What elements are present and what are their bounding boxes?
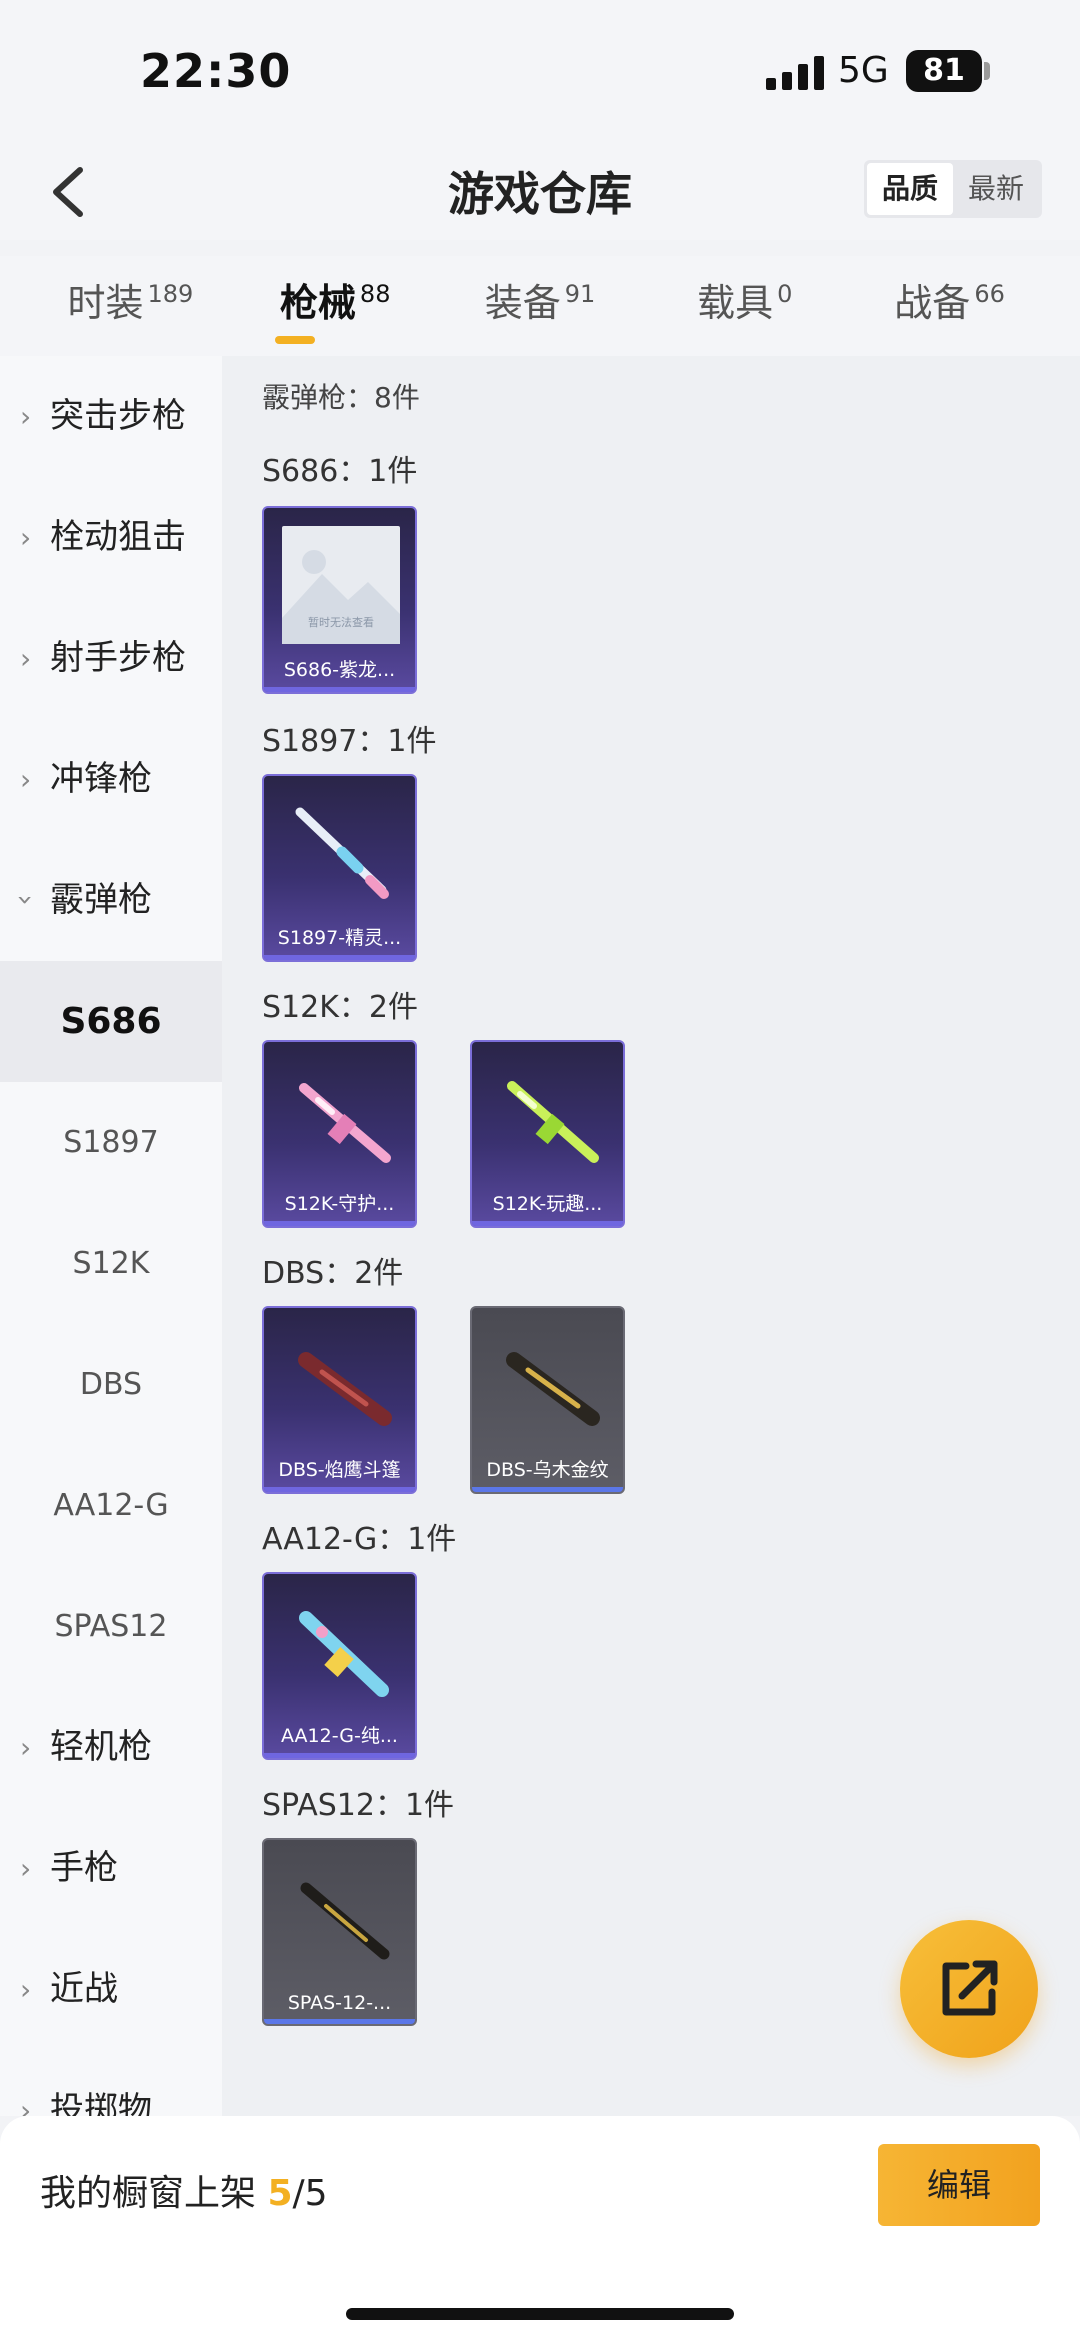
chevron-right-icon: ›: [20, 1852, 32, 1885]
showcase-count: 5: [267, 2173, 293, 2214]
weapon-name: DBS-焰鹰斗篷: [278, 1459, 401, 1481]
group-title-s686: S686：1件: [262, 454, 418, 489]
group-title-s1897: S1897：1件: [262, 724, 437, 759]
chevron-right-icon: ›: [20, 400, 32, 433]
showcase-panel: 我的橱窗上架 5/5 编辑: [0, 2116, 1080, 2341]
weapon-card[interactable]: S1897-精灵...: [262, 774, 417, 962]
weapon-name: S12K-玩趣...: [492, 1193, 603, 1215]
weapon-card[interactable]: 暂时无法查看 S686-紫龙...: [262, 506, 417, 694]
rarity-bar: [264, 687, 415, 692]
status-time: 22:30: [140, 44, 292, 98]
weapon-name: AA12-G-纯...: [281, 1725, 398, 1747]
rifle-icon: [299, 1083, 391, 1163]
image-unavailable-placeholder: 暂时无法查看: [282, 526, 400, 644]
sidebar-subitem-dbs[interactable]: DBS: [0, 1324, 222, 1445]
sidebar-item-pistol[interactable]: › 手枪: [0, 1808, 222, 1929]
share-button[interactable]: [900, 1920, 1038, 2058]
share-external-icon: [942, 1960, 998, 2016]
rarity-bar: [472, 1487, 623, 1492]
status-bar: 22:30 5G 81: [0, 0, 1080, 140]
chevron-right-icon: ›: [20, 642, 32, 675]
rarity-bar: [264, 955, 415, 960]
weapon-grid: 霰弹枪：8件 S686：1件 暂时无法查看 S686-紫龙... S1897：1…: [222, 356, 1080, 2116]
rarity-bar: [264, 1753, 415, 1758]
chevron-right-icon: ›: [20, 2094, 32, 2116]
showcase-status: 我的橱窗上架 5/5: [40, 2173, 328, 2214]
group-title-dbs: DBS：2件: [262, 1256, 404, 1291]
battery-icon: 81: [906, 50, 982, 92]
weapon-card[interactable]: S12K-守护...: [262, 1040, 417, 1228]
sidebar-subitem-aa12g[interactable]: AA12-G: [0, 1445, 222, 1566]
shotgun-icon: [295, 807, 389, 899]
sidebar-item-bolt-sniper[interactable]: › 栓动狙击: [0, 477, 222, 598]
weapon-card[interactable]: S12K-玩趣...: [470, 1040, 625, 1228]
chevron-right-icon: ›: [20, 1973, 32, 2006]
chevron-right-icon: ›: [20, 1731, 32, 1764]
sidebar-item-melee[interactable]: › 近战: [0, 1929, 222, 2050]
shotgun-icon: [298, 1352, 392, 1426]
cellular-signal-icon: [766, 56, 826, 90]
sidebar-subitem-s1897[interactable]: S1897: [0, 1082, 222, 1203]
home-indicator[interactable]: [346, 2308, 734, 2320]
sort-option-newest[interactable]: 最新: [953, 163, 1039, 215]
sidebar-item-marksman-rifle[interactable]: › 射手步枪: [0, 598, 222, 719]
chevron-right-icon: ›: [20, 521, 32, 554]
sidebar-item-smg[interactable]: › 冲锋枪: [0, 719, 222, 840]
chevron-down-icon: ›: [9, 894, 43, 906]
edit-button[interactable]: 编辑: [878, 2144, 1040, 2226]
group-title-s12k: S12K：2件: [262, 990, 418, 1025]
shotgun-icon: [300, 1882, 390, 1960]
group-title-spas12: SPAS12：1件: [262, 1788, 455, 1823]
category-tabs: 时装 189 枪械 88 装备 91 载具 0 战备 66: [0, 256, 1080, 356]
header: 游戏仓库 品质 最新: [0, 140, 1080, 240]
tab-firearms[interactable]: 枪械 88: [245, 256, 425, 356]
rarity-bar: [472, 1221, 623, 1226]
shotgun-icon: [299, 1611, 389, 1697]
chevron-right-icon: ›: [20, 763, 32, 796]
weapon-name: DBS-乌木金纹: [486, 1459, 609, 1481]
tab-costume[interactable]: 时装 189: [40, 256, 220, 356]
network-type: 5G: [838, 50, 889, 91]
sidebar-item-assault-rifle[interactable]: › 突击步枪: [0, 356, 222, 477]
weapon-category-sidebar: › 突击步枪 › 栓动狙击 › 射手步枪 › 冲锋枪 › 霰弹枪 S686 S1897 S…: [0, 356, 222, 2116]
weapon-name: S1897-精灵...: [277, 927, 402, 949]
weapon-card[interactable]: DBS-焰鹰斗篷: [262, 1306, 417, 1494]
sidebar-item-lmg[interactable]: › 轻机枪: [0, 1687, 222, 1808]
sidebar-subitem-s686[interactable]: S686: [0, 961, 222, 1082]
rarity-bar: [264, 2019, 415, 2024]
weapon-card[interactable]: AA12-G-纯...: [262, 1572, 417, 1760]
rifle-icon: [507, 1081, 599, 1163]
weapon-name: SPAS-12-...: [287, 1992, 392, 2014]
weapon-name: S686-紫龙...: [283, 659, 396, 681]
sort-toggle: 品质 最新: [864, 160, 1042, 218]
shotgun-icon: [506, 1352, 600, 1426]
sort-option-quality[interactable]: 品质: [867, 163, 953, 215]
group-title-aa12g: AA12-G：1件: [262, 1522, 457, 1557]
sidebar-subitem-spas12[interactable]: SPAS12: [0, 1566, 222, 1687]
tab-equipment[interactable]: 装备 91: [450, 256, 630, 356]
active-tab-indicator: [275, 336, 316, 344]
sidebar-subitem-s12k[interactable]: S12K: [0, 1203, 222, 1324]
weapon-name: S12K-守护...: [284, 1193, 395, 1215]
tab-vehicles[interactable]: 载具 0: [655, 256, 835, 356]
weapon-card[interactable]: SPAS-12-...: [262, 1838, 417, 2026]
rarity-bar: [264, 1221, 415, 1226]
placeholder-text: 暂时无法查看: [308, 616, 374, 629]
battery-cap: [984, 62, 990, 80]
section-title: 霰弹枪：8件: [262, 381, 420, 414]
tab-supplies[interactable]: 战备 66: [860, 256, 1040, 356]
sidebar-item-throwable[interactable]: › 投掷物: [0, 2050, 222, 2116]
rarity-bar: [264, 1487, 415, 1492]
sidebar-item-shotgun[interactable]: › 霰弹枪: [0, 840, 222, 961]
weapon-card[interactable]: DBS-乌木金纹: [470, 1306, 625, 1494]
